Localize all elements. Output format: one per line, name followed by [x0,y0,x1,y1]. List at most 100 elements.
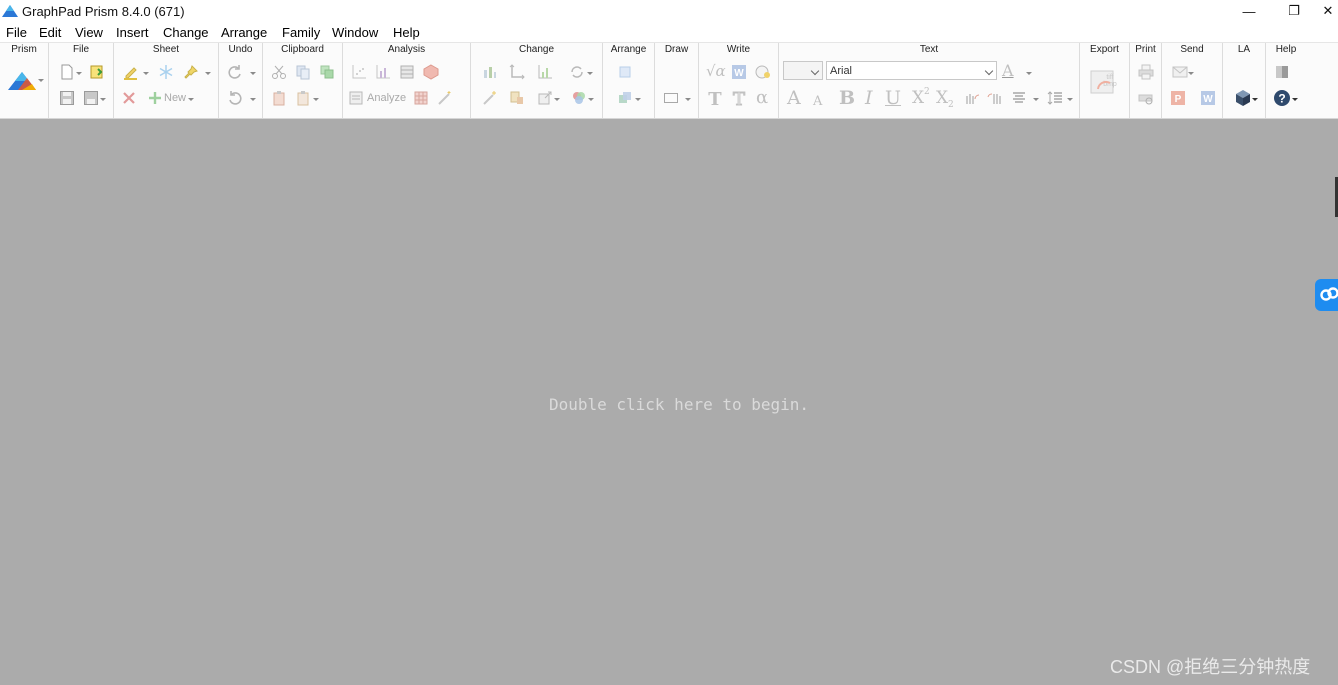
magic-button[interactable] [480,88,500,108]
draw-shape-button[interactable] [661,88,681,108]
graph-settings-icon [538,91,552,105]
line-spacing-button[interactable] [1045,88,1065,108]
format-graph-icon [538,65,552,79]
simulate-button[interactable] [421,62,441,82]
save-as-icon [84,91,98,105]
print-button[interactable] [1136,62,1156,82]
grow-font-button[interactable]: A [787,89,801,108]
floating-side-tab[interactable] [1315,279,1338,311]
menu-file[interactable]: File [6,25,27,40]
begin-prompt[interactable]: Double click here to begin. [0,395,1338,414]
send-to-word-button[interactable]: W [1198,88,1218,108]
rotate-text-up-button[interactable] [962,88,982,108]
insert-word-object-button[interactable]: W [729,62,749,82]
svg-text:?: ? [1278,92,1285,106]
cut-button[interactable] [269,62,289,82]
minimize-button[interactable]: — [1234,0,1264,22]
column-analysis-button[interactable] [373,62,393,82]
menu-window[interactable]: Window [332,25,378,40]
format-data-button[interactable] [507,88,527,108]
send-to-powerpoint-button[interactable]: P [1168,88,1188,108]
prism-menu-button[interactable] [8,69,40,93]
email-button[interactable] [1170,62,1190,82]
envelope-icon [1172,66,1188,78]
align-text-button[interactable] [1009,88,1029,108]
la-button[interactable] [1233,88,1253,108]
info-note-button[interactable] [753,62,773,82]
format-axes-button[interactable] [507,62,527,82]
underline-button[interactable]: U [885,89,901,108]
highlight-button[interactable] [121,62,141,82]
bold-button[interactable]: B [839,89,855,108]
new-sheet-button[interactable] [145,88,165,108]
export-button[interactable]: tiff bmp [1088,65,1122,99]
format-sheet-button[interactable] [535,88,555,108]
prism-logo-icon [2,5,18,17]
learn-button[interactable] [1272,62,1292,82]
delete-x-icon [123,92,135,104]
undo-icon [229,91,242,105]
menu-insert[interactable]: Insert [116,25,149,40]
paste-special-button[interactable] [293,88,313,108]
wand-analysis-button[interactable] [435,88,455,108]
group-prism: Prism [0,43,49,118]
pin-button[interactable] [181,62,201,82]
insert-text-button[interactable]: T [705,88,725,108]
open-project-icon [90,65,103,79]
menu-edit[interactable]: Edit [39,25,61,40]
color-scheme-button[interactable] [569,88,589,108]
italic-button[interactable]: I [865,89,873,108]
print-preview-button[interactable] [1136,88,1156,108]
swap-data-button[interactable] [567,62,587,82]
svg-text:P: P [1175,94,1182,105]
help-button[interactable]: ? [1272,88,1292,108]
new-file-button[interactable] [57,62,77,82]
new-sheet-label[interactable]: New [164,92,186,104]
open-file-button[interactable] [87,62,107,82]
superscript-button[interactable]: X [912,90,924,107]
rotate-text-down-button[interactable] [985,88,1005,108]
save-as-button[interactable] [81,88,101,108]
rectangle-icon [664,93,678,103]
table-icon [400,65,414,79]
change-graph-type-button[interactable] [480,62,500,82]
undo-button[interactable] [225,88,245,108]
menu-change[interactable]: Change [163,25,209,40]
font-name-combo[interactable]: Arial [826,61,997,80]
font-color-button[interactable]: A [1002,63,1014,79]
copy-button[interactable] [293,62,313,82]
group-label-file: File [72,44,90,55]
insert-greek-button[interactable]: α [756,89,768,107]
menu-help[interactable]: Help [393,25,420,40]
subscript-button[interactable]: X [936,90,948,107]
xy-analysis-button[interactable] [349,62,369,82]
group-label-clipboard: Clipboard [281,44,324,55]
font-size-combo[interactable] [783,61,823,80]
shrink-font-button[interactable]: A [813,95,822,108]
insert-outlined-text-button[interactable]: T [729,88,749,108]
copy-graph-button[interactable] [317,62,337,82]
snowflake-icon [159,65,173,79]
menu-family[interactable]: Family [282,25,320,40]
group-objects-button[interactable] [615,88,635,108]
align-button[interactable] [615,62,635,82]
table-analysis-button[interactable] [397,62,417,82]
analyze-label[interactable]: Analyze [367,92,406,104]
workspace-area[interactable]: Double click here to begin. CSDN @拒绝三分钟热… [0,119,1338,685]
results-table-button[interactable] [411,88,431,108]
restore-button[interactable]: ❐ [1279,0,1309,22]
paste-button[interactable] [269,88,289,108]
group-label-help: Help [1275,44,1297,55]
freeze-button[interactable] [156,62,176,82]
svg-text:T: T [733,89,745,107]
format-graph-button[interactable] [535,62,555,82]
link-icon [1320,287,1338,301]
insert-equation-button[interactable]: √α [706,64,726,79]
group-clipboard: Clipboard [263,43,343,118]
save-button[interactable] [57,88,77,108]
menu-view[interactable]: View [75,25,103,40]
redo-button[interactable] [225,62,245,82]
menu-arrange[interactable]: Arrange [221,25,267,40]
delete-sheet-button[interactable] [119,88,139,108]
close-button[interactable]: ✕ [1318,0,1338,22]
